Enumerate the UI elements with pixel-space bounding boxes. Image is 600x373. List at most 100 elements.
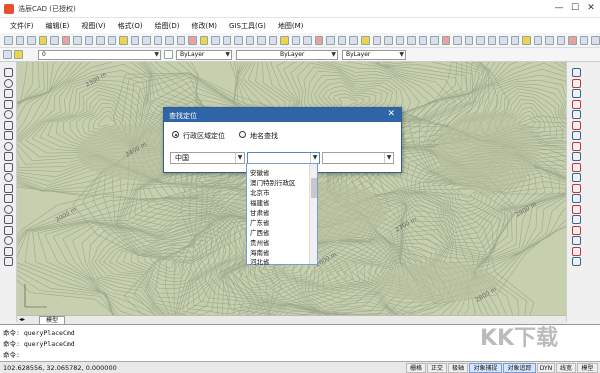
toolbar-tool-icon[interactable] bbox=[15, 35, 25, 45]
modify-tool-icon[interactable] bbox=[572, 152, 581, 161]
lineweight-select[interactable]: ByLayer ▼ bbox=[342, 50, 406, 60]
modify-tool-icon[interactable] bbox=[572, 141, 581, 151]
modify-tool-icon[interactable] bbox=[572, 225, 581, 235]
draw-tool-icon[interactable] bbox=[4, 152, 13, 161]
toolbar-tool-icon[interactable] bbox=[407, 35, 416, 45]
menu-format[interactable]: 格式(O) bbox=[118, 21, 143, 31]
radio-admin-region[interactable] bbox=[172, 131, 179, 138]
toolbar-tool-icon[interactable] bbox=[326, 35, 335, 45]
menu-map[interactable]: 地图(M) bbox=[278, 21, 304, 31]
modify-tool-icon[interactable] bbox=[572, 110, 581, 119]
toolbar-tool-icon[interactable] bbox=[372, 35, 382, 45]
toolbar-tool-icon[interactable] bbox=[430, 35, 439, 45]
draw-tool-icon[interactable] bbox=[4, 110, 13, 119]
minimize-button[interactable]: — bbox=[552, 3, 566, 13]
toolbar-tool-icon[interactable] bbox=[142, 35, 151, 45]
draw-tool-icon[interactable] bbox=[4, 257, 13, 266]
modify-tool-icon[interactable] bbox=[572, 194, 581, 203]
modify-tool-icon[interactable] bbox=[572, 68, 581, 77]
layer-select[interactable]: 0 ▼ bbox=[38, 50, 161, 60]
city-select[interactable]: ▼ bbox=[322, 152, 394, 164]
modify-tool-icon[interactable] bbox=[572, 204, 581, 214]
toolbar-tool-icon[interactable] bbox=[199, 35, 209, 45]
draw-tool-icon[interactable] bbox=[4, 162, 13, 172]
list-item[interactable]: 福建省 bbox=[250, 197, 270, 207]
status-grid-toggle[interactable]: 栅格 bbox=[406, 363, 426, 373]
modify-tool-icon[interactable] bbox=[572, 236, 581, 245]
menu-file[interactable]: 文件(F) bbox=[10, 21, 34, 31]
toolbar-tool-icon[interactable] bbox=[545, 35, 554, 45]
status-otrack-toggle[interactable]: 对象追踪 bbox=[503, 363, 536, 373]
toolbar-tool-icon[interactable] bbox=[533, 35, 543, 45]
toolbar-tool-icon[interactable] bbox=[568, 35, 577, 45]
status-polar-toggle[interactable]: 极轴 bbox=[448, 363, 468, 373]
status-dyn-toggle[interactable]: DYN bbox=[537, 363, 555, 373]
toolbar-tool-icon[interactable] bbox=[50, 35, 59, 45]
toolbar-tool-icon[interactable] bbox=[257, 35, 266, 45]
draw-tool-icon[interactable] bbox=[4, 236, 13, 245]
toolbar-tool-icon[interactable] bbox=[119, 35, 128, 45]
toolbar-tool-icon[interactable] bbox=[337, 35, 347, 45]
draw-tool-icon[interactable] bbox=[4, 141, 13, 151]
modify-tool-icon[interactable] bbox=[572, 257, 581, 266]
toolbar-tool-icon[interactable] bbox=[464, 35, 474, 45]
toolbar-tool-icon[interactable] bbox=[556, 35, 566, 45]
toolbar-tool-icon[interactable] bbox=[84, 35, 94, 45]
list-item[interactable]: 广东省 bbox=[250, 217, 270, 227]
toolbar-tool-icon[interactable] bbox=[579, 35, 589, 45]
toolbar-tool-icon[interactable] bbox=[96, 35, 105, 45]
draw-tool-icon[interactable] bbox=[4, 89, 13, 98]
toolbar-tool-icon[interactable] bbox=[314, 35, 324, 45]
radio-place-name[interactable] bbox=[239, 131, 246, 138]
status-model-toggle[interactable]: 模型 bbox=[577, 363, 598, 373]
dropdown-scrollbar[interactable] bbox=[309, 164, 317, 264]
list-item[interactable]: 河北省 bbox=[250, 256, 270, 266]
modify-tool-icon[interactable] bbox=[572, 99, 581, 109]
toolbar-tool-icon[interactable] bbox=[280, 35, 289, 45]
toolbar-tool-icon[interactable] bbox=[291, 35, 301, 45]
toolbar-tool-icon[interactable] bbox=[61, 35, 71, 45]
toolbar-tool-icon[interactable] bbox=[222, 35, 232, 45]
toolbar-tool-icon[interactable] bbox=[384, 35, 393, 45]
modify-tool-icon[interactable] bbox=[572, 183, 581, 193]
draw-tool-icon[interactable] bbox=[4, 194, 13, 203]
modify-tool-icon[interactable] bbox=[572, 120, 581, 130]
status-lineweight-toggle[interactable]: 线宽 bbox=[556, 363, 576, 373]
list-item[interactable]: 北京市 bbox=[250, 187, 270, 197]
draw-tool-icon[interactable] bbox=[4, 183, 13, 193]
toolbar-tool-icon[interactable] bbox=[176, 35, 186, 45]
draw-tool-icon[interactable] bbox=[4, 215, 13, 224]
toolbar-tool-icon[interactable] bbox=[130, 35, 140, 45]
list-item[interactable]: 甘肃省 bbox=[250, 207, 270, 217]
toolbar-tool-icon[interactable] bbox=[107, 35, 117, 45]
toolbar-tool-icon[interactable] bbox=[268, 35, 278, 45]
menu-draw[interactable]: 绘图(D) bbox=[155, 21, 180, 31]
draw-tool-icon[interactable] bbox=[4, 131, 13, 140]
menu-view[interactable]: 视图(V) bbox=[81, 21, 105, 31]
modify-tool-icon[interactable] bbox=[572, 246, 581, 256]
draw-tool-icon[interactable] bbox=[4, 68, 13, 77]
toolbar-tool-icon[interactable] bbox=[510, 35, 520, 45]
draw-tool-icon[interactable] bbox=[4, 225, 13, 235]
toolbar-tool-icon[interactable] bbox=[476, 35, 485, 45]
toolbar-tool-icon[interactable] bbox=[38, 35, 48, 45]
draw-tool-icon[interactable] bbox=[4, 246, 13, 256]
toolbar-tool-icon[interactable] bbox=[418, 35, 428, 45]
toolbar-tool-icon[interactable] bbox=[303, 35, 312, 45]
menu-modify[interactable]: 修改(M) bbox=[192, 21, 218, 31]
toolbar-tool-icon[interactable] bbox=[211, 35, 220, 45]
scrollbar-thumb[interactable] bbox=[311, 178, 317, 198]
toolbar-tool-icon[interactable] bbox=[73, 35, 82, 45]
modify-tool-icon[interactable] bbox=[572, 162, 581, 172]
dialog-close-button[interactable]: ✕ bbox=[387, 109, 395, 119]
draw-tool-icon[interactable] bbox=[4, 120, 13, 130]
list-item[interactable]: 澳门特别行政区 bbox=[250, 177, 296, 187]
command-prompt[interactable]: 命令: bbox=[3, 349, 20, 359]
modify-tool-icon[interactable] bbox=[572, 131, 581, 140]
modify-tool-icon[interactable] bbox=[572, 78, 581, 88]
toolbar-tool-icon[interactable] bbox=[27, 35, 36, 45]
tab-nav-arrows[interactable]: ◂▸ bbox=[19, 316, 25, 323]
toolbar-tool-icon[interactable] bbox=[487, 35, 497, 45]
toolbar-tool-icon[interactable] bbox=[245, 35, 255, 45]
color-select[interactable]: ByLayer ▼ bbox=[176, 50, 232, 60]
